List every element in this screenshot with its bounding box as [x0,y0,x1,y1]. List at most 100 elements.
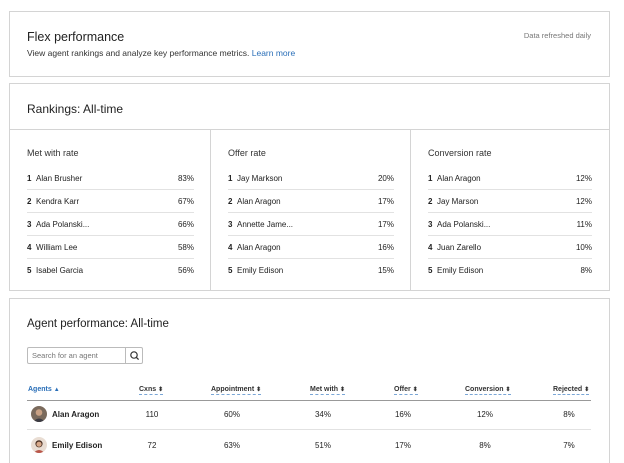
agent-name: Alan Aragon [237,243,281,252]
page-subtitle: View agent rankings and analyze key perf… [27,48,295,58]
rank-number: 5 [428,266,433,275]
rank-value: 58% [177,243,194,252]
agent-name[interactable]: Alan Aragon [52,410,99,419]
avatar-photo [31,437,47,453]
rank-number: 5 [228,266,233,275]
appointment-cell: 63% [223,441,240,450]
rank-value: 10% [575,243,592,252]
ranking-heading: Conversion rate [428,148,492,158]
rank-value: 83% [177,174,194,183]
avatar [31,406,47,422]
ranking-row: 3 Annette Jame... 17% [228,213,394,236]
page-title: Flex performance [27,30,125,44]
avatar-photo [31,406,47,422]
rank-value: 15% [377,266,394,275]
rank-number: 3 [228,220,233,229]
ranking-row: 4 Juan Zarello 10% [428,236,592,259]
rank-value: 12% [575,174,592,183]
rank-value: 66% [177,220,194,229]
rank-number: 2 [27,197,32,206]
rank-value: 8% [580,266,592,275]
header-panel: Flex performance View agent rankings and… [9,11,610,77]
agent-search [27,347,143,364]
rankings-panel: Rankings: All-time Met with rate 1 Alan B… [9,83,610,291]
refresh-note: Data refreshed daily [523,31,591,40]
agent-name: Ada Polanski... [36,220,90,229]
ranking-row: 4 Alan Aragon 16% [228,236,394,259]
column-header-appointment[interactable]: Appointment ⬍ [211,386,262,395]
search-button[interactable] [125,348,142,363]
column-header-label: Rejected [553,386,583,393]
sort-icon: ⬍ [158,387,164,393]
rank-number: 2 [428,197,433,206]
ranking-row: 2 Jay Marson 12% [428,190,592,213]
agent-name: Alan Aragon [437,174,481,183]
agent-name: Isabel Garcia [36,266,84,275]
rejected-cell: 7% [563,441,575,450]
sort-ascending-icon: ▲ [53,387,60,393]
column-header-label: Cxns [139,386,157,393]
cxns-cell: 72 [147,441,157,450]
ranking-column-offer: Offer rate 1 Jay Markson 20% 2 Alan Aragon 1… [210,129,410,291]
agent-performance-title: Agent performance: All-time [27,318,169,330]
column-header-cxns[interactable]: Cxns ⬍ [139,386,164,395]
conversion-cell: 8% [479,441,491,450]
agent-name: Alan Aragon [237,197,281,206]
rank-number: 4 [27,243,32,252]
column-header-offer[interactable]: Offer ⬍ [394,386,418,395]
sort-icon: ⬍ [256,387,262,393]
column-header-label: Conversion [465,386,504,393]
sort-icon: ⬍ [340,387,346,393]
offer-cell: 16% [394,410,411,419]
ranking-row: 4 William Lee 58% [27,236,194,259]
conversion-cell: 12% [476,410,493,419]
agent-name: Emily Edison [437,266,484,275]
column-header-agents[interactable]: Agents ▲ [28,386,60,394]
rank-number: 3 [27,220,32,229]
learn-more-link[interactable]: Learn more [252,48,295,58]
cxns-cell: 110 [145,410,159,419]
ranking-row: 5 Isabel Garcia 56% [27,259,194,282]
ranking-row: 3 Ada Polanski... 11% [428,213,592,236]
rank-value: 11% [576,220,592,229]
column-header-rejected[interactable]: Rejected ⬍ [553,386,590,395]
ranking-row: 1 Alan Brusher 83% [27,167,194,190]
agent-name: William Lee [36,243,78,252]
rank-number: 1 [228,174,233,183]
agent-name: Ada Polanski... [437,220,491,229]
rank-number: 3 [428,220,433,229]
agent-name[interactable]: Emily Edison [52,441,102,450]
ranking-list: 1 Jay Markson 20% 2 Alan Aragon 17% 3 Annette… [228,167,394,282]
column-header-label: Agents [28,386,52,393]
column-header-label: Offer [394,386,411,393]
ranking-row: 2 Alan Aragon 17% [228,190,394,213]
search-icon [130,351,140,361]
agent-name: Alan Brusher [36,174,83,183]
ranking-row: 2 Kendra Karr 67% [27,190,194,213]
agent-name: Emily Edison [237,266,284,275]
ranking-row: 5 Emily Edison 8% [428,259,592,282]
rank-number: 1 [428,174,433,183]
rank-number: 4 [428,243,433,252]
rank-number: 2 [228,197,233,206]
rank-number: 4 [228,243,233,252]
column-header-conversion[interactable]: Conversion ⬍ [465,386,511,395]
agent-name: Kendra Karr [36,197,80,206]
rejected-cell: 8% [563,410,575,419]
subtitle-text: View agent rankings and analyze key perf… [27,48,250,58]
met-with-cell: 34% [314,410,331,419]
sort-icon: ⬍ [412,387,418,393]
search-input[interactable] [28,348,126,363]
offer-cell: 17% [394,441,411,450]
column-header-met-with[interactable]: Met with ⬍ [310,386,346,395]
sort-icon: ⬍ [505,387,511,393]
ranking-list: 1 Alan Brusher 83% 2 Kendra Karr 67% 3 Ada Po… [27,167,194,282]
ranking-column-met-with: Met with rate 1 Alan Brusher 83% 2 Kendra K… [10,129,210,291]
ranking-heading: Met with rate [27,148,79,158]
rank-value: 12% [575,197,592,206]
rank-value: 17% [377,220,394,229]
met-with-cell: 51% [314,441,331,450]
agent-name: Annette Jame... [237,220,294,229]
ranking-column-conversion: Conversion rate 1 Alan Aragon 12% 2 Jay Mar… [410,129,609,291]
avatar [31,437,47,453]
